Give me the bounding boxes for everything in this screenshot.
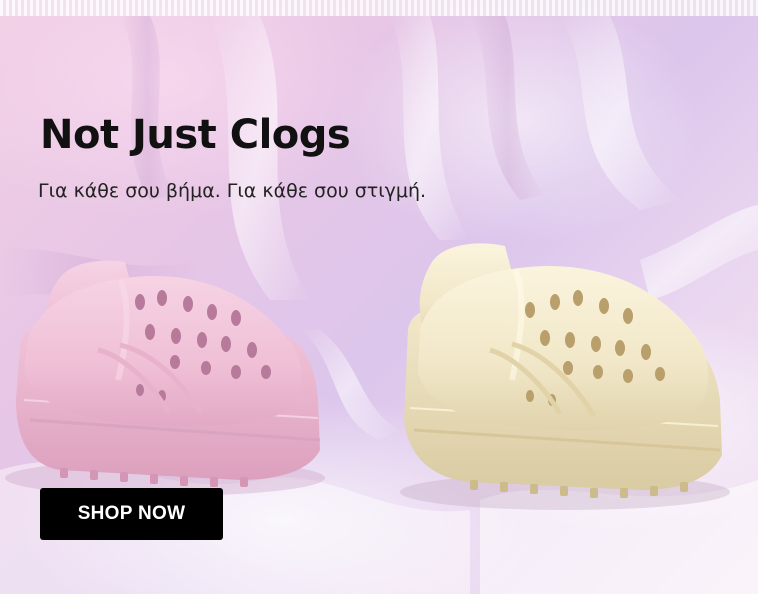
cream-clog (400, 243, 730, 510)
shop-now-button[interactable]: SHOP NOW (40, 488, 223, 540)
headline: Not Just Clogs (40, 112, 351, 158)
pink-clog (5, 260, 325, 496)
promo-banner[interactable]: Not Just Clogs Για κάθε σου βήμα. Για κά… (0, 0, 758, 594)
subheadline: Για κάθε σου βήμα. Για κάθε σου στιγμή. (38, 180, 427, 202)
